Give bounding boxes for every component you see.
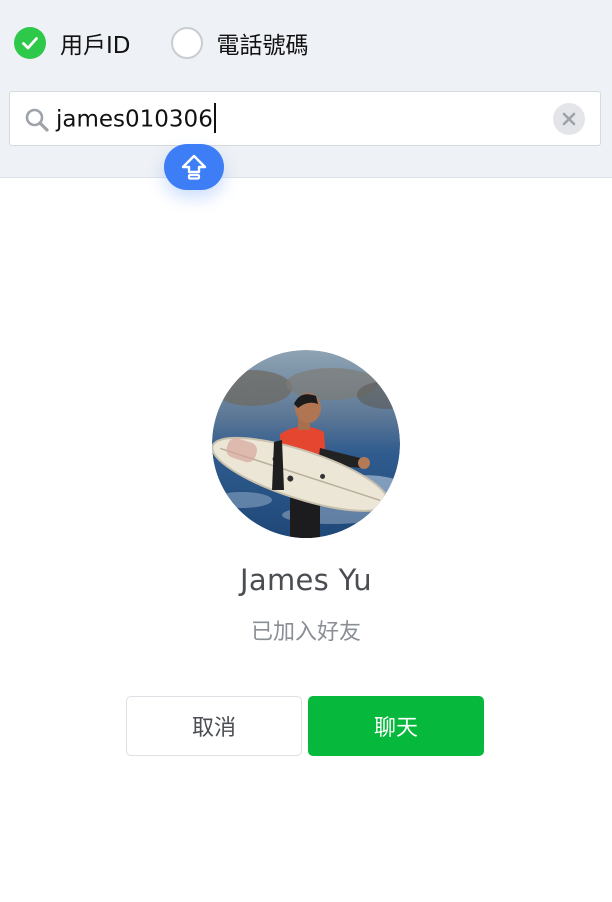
search-input-value: james010306 <box>56 106 213 133</box>
search-input[interactable]: james010306 <box>56 103 216 135</box>
search-result-profile: James Yu 已加入好友 <box>0 350 612 648</box>
radio-user-id[interactable]: 用戶ID <box>14 26 131 60</box>
cancel-button[interactable]: 取消 <box>126 696 302 756</box>
unchecked-radio-icon <box>170 27 203 59</box>
avatar-photo <box>212 350 400 538</box>
search-panel: 用戶ID 電話號碼 james010306 <box>0 0 612 178</box>
close-icon <box>562 112 576 126</box>
text-caret <box>213 103 216 133</box>
radio-phone-number[interactable]: 電話號碼 <box>170 26 309 60</box>
search-field[interactable]: james010306 <box>9 91 601 146</box>
shift-arrow-icon <box>181 154 207 180</box>
search-icon <box>25 108 49 132</box>
search-type-selector: 用戶ID 電話號碼 <box>14 26 349 60</box>
checked-radio-icon <box>14 27 46 59</box>
shift-key-hint[interactable] <box>164 144 224 190</box>
radio-phone-number-label: 電話號碼 <box>216 33 309 59</box>
radio-user-id-label: 用戶ID <box>60 33 131 59</box>
chat-button[interactable]: 聊天 <box>308 696 484 756</box>
friend-status: 已加入好友 <box>250 620 361 645</box>
clear-search-button[interactable] <box>553 103 585 135</box>
profile-name: James Yu <box>240 563 372 597</box>
avatar <box>212 350 400 538</box>
